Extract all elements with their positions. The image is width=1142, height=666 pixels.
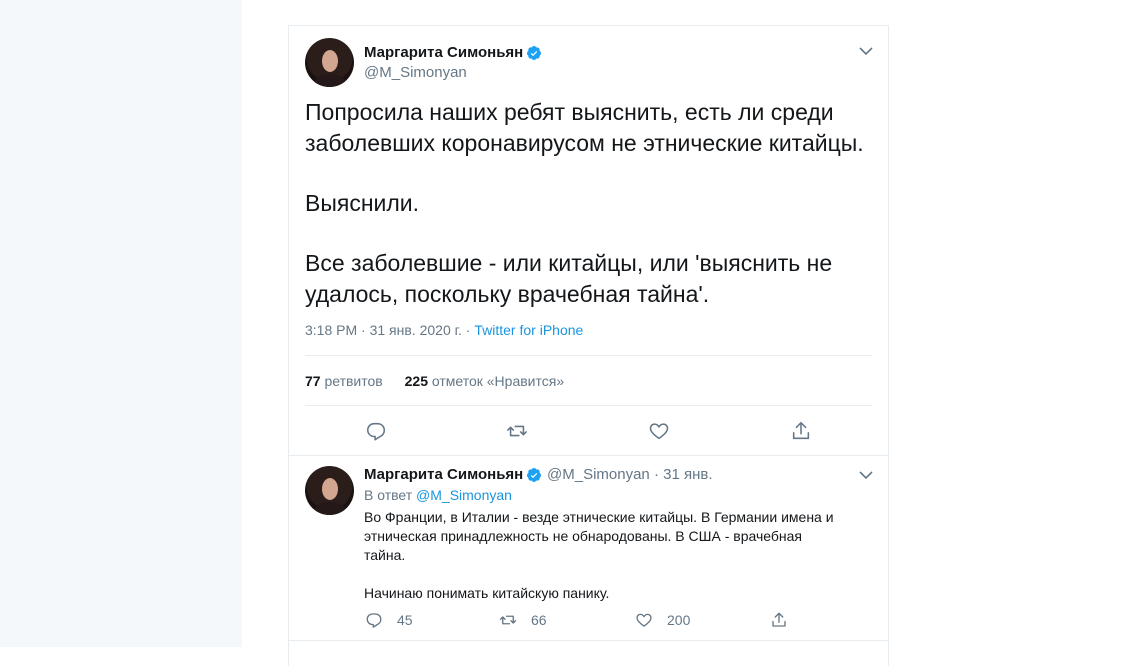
tweet-paragraph-1: Попросила наших ребят выяснить, есть ли … [305,99,864,156]
tweet-card: Маргарита Симоньян @M_Simonyan Попросила… [288,25,889,666]
retweet-icon [507,425,527,437]
tweet-separator [289,455,888,456]
share-button[interactable] [790,420,812,442]
like-button[interactable] [648,420,670,442]
share-icon [792,421,810,440]
likes-count: 225 [404,373,428,389]
reply-author-handle-line: @M_Simonyan · 31 янв. [547,466,713,483]
in-reply-mention[interactable]: @M_Simonyan [416,487,512,503]
meta-separator: · [653,466,664,483]
reply-retweet-button[interactable]: 66 [499,610,547,630]
retweet-count: 66 [531,612,547,628]
chevron-down-icon[interactable] [859,470,873,480]
chevron-down-icon[interactable] [859,46,873,56]
reply-date[interactable]: 31 янв. [663,466,712,483]
tweet-text: Попросила наших ребят выяснить, есть ли … [305,97,875,310]
tweet-meta: 3:18 PM · 31 янв. 2020 г. · Twitter for … [305,322,583,338]
reply-reply-button[interactable]: 45 [365,610,413,630]
divider-bottom [305,405,872,406]
like-count: 200 [667,612,691,628]
reply-author-name[interactable]: Маргарита Симоньян [364,466,523,483]
avatar-body [314,502,346,515]
author-avatar[interactable] [305,38,354,87]
retweets-label: ретвитов [324,373,383,389]
reply-button[interactable] [365,420,387,442]
share-icon [772,612,786,627]
reply-author-handle[interactable]: @M_Simonyan [547,466,650,483]
verified-icon [526,46,541,60]
tweet-time[interactable]: 3:18 PM [305,322,357,338]
author-name[interactable]: Маргарита Симоньян [364,44,523,61]
retweets-count: 77 [305,373,321,389]
reply-like-button[interactable]: 200 [635,610,690,630]
reply-text: Во Франции, в Италии - везде этнические … [364,508,869,603]
divider-top [305,355,872,356]
page-left-background [0,0,242,647]
reply-paragraph-2: Начинаю понимать китайскую панику. [364,585,610,601]
tweet-source[interactable]: Twitter for iPhone [474,322,583,338]
avatar-body [314,74,346,87]
in-reply-to: В ответ @M_Simonyan [364,487,512,503]
tweet-date[interactable]: 31 янв. 2020 г. [370,322,462,338]
like-icon [649,423,669,440]
reply-paragraph-1: Во Франции, в Италии - везде этнические … [364,509,834,563]
reply-share-button[interactable] [770,610,802,630]
meta-separator: · [361,322,370,338]
retweet-icon [499,615,517,625]
verified-icon [526,468,541,482]
tweet-paragraph-3: Все заболевшие - или китайцы, или 'выясн… [305,250,833,307]
like-icon [636,613,652,627]
likes-label: отметок «Нравится» [431,373,565,389]
author-handle[interactable]: @M_Simonyan [364,64,467,81]
reply-count: 45 [397,612,413,628]
retweet-button[interactable] [506,420,528,442]
bottom-separator [289,640,888,641]
likes-stat[interactable]: 225 отметок «Нравится» [405,373,565,389]
in-reply-label: В ответ [364,487,413,503]
avatar-face [322,478,338,500]
retweets-stat[interactable]: 77 ретвитов [305,373,383,389]
avatar-face [322,50,338,72]
reply-author-avatar[interactable] [305,466,354,515]
tweet-paragraph-2: Выяснили. [305,190,420,216]
reply-icon [366,613,382,628]
reply-icon [366,422,386,441]
tweet-stats: 77 ретвитов 225 отметок «Нравится» [305,373,564,389]
